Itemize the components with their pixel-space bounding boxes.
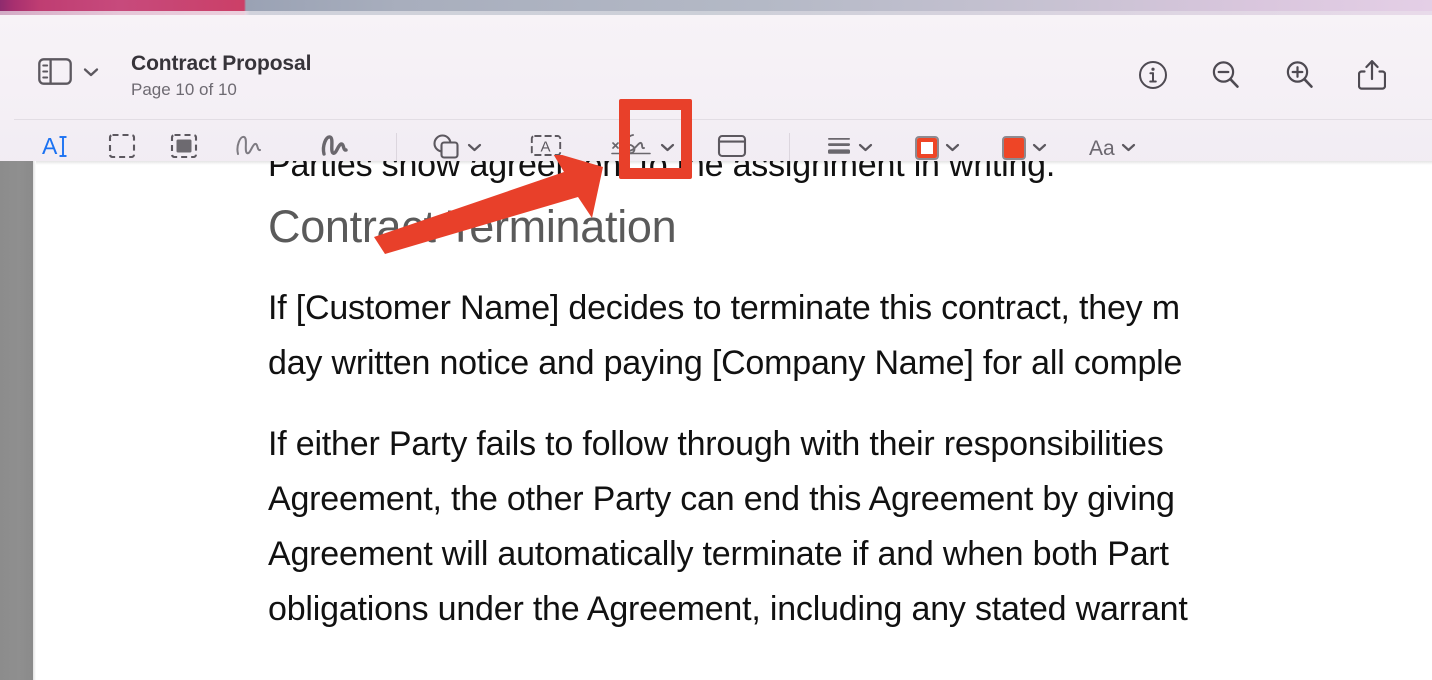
svg-text:A: A <box>541 138 551 155</box>
border-color-swatch-icon <box>915 136 939 160</box>
chevron-down-icon <box>858 139 873 157</box>
fill-color-tool[interactable] <box>1002 136 1047 160</box>
paragraph-line: day written notice and paying [Company N… <box>268 344 1183 382</box>
chevron-down-icon <box>945 139 960 157</box>
clipped-paragraph-line: Parties show agreement to the assignment… <box>268 161 1056 184</box>
svg-text:A: A <box>42 133 58 159</box>
dashed-rectangle-icon <box>108 132 136 165</box>
fill-color-swatch-icon <box>1002 136 1026 160</box>
paragraph-line: Agreement, the other Party can end this … <box>268 480 1175 518</box>
line-thickness-icon <box>826 134 852 163</box>
note-window-icon <box>717 133 747 164</box>
filled-dashed-rectangle-icon <box>170 132 198 165</box>
page-indicator: Page 10 of 10 <box>131 80 237 99</box>
text-box-a-icon: A <box>530 133 562 164</box>
chevron-down-icon <box>83 67 99 77</box>
document-view[interactable]: Parties show agreement to the assignment… <box>0 161 1432 680</box>
border-color-tool[interactable] <box>915 136 960 160</box>
title-bar-actions <box>1138 59 1387 96</box>
shapes-icon <box>431 132 461 165</box>
share-icon[interactable] <box>1357 59 1387 96</box>
instant-alpha-tool[interactable] <box>164 132 204 165</box>
text-style-tool[interactable]: Aa <box>1089 138 1136 159</box>
zoom-in-icon[interactable] <box>1284 59 1316 96</box>
chevron-down-icon <box>1032 139 1047 157</box>
shapes-tool[interactable] <box>431 132 482 165</box>
preview-window: Contract Proposal Page 10 of 10 A A Aa P… <box>0 0 1432 680</box>
sidebar-panel-icon <box>38 58 72 85</box>
paragraph-line: If [Customer Name] decides to terminate … <box>268 289 1180 327</box>
sidebar-toggle-button[interactable] <box>38 58 99 85</box>
toolbar-divider-1 <box>396 133 397 163</box>
title-bar: Contract Proposal Page 10 of 10 <box>0 15 1432 120</box>
chevron-down-icon <box>1121 139 1136 157</box>
chevron-down-icon <box>660 139 675 157</box>
shape-style-tool[interactable] <box>826 134 873 163</box>
document-text: Parties show agreement to the assignment… <box>268 161 1432 637</box>
zoom-out-icon[interactable] <box>1210 59 1242 96</box>
paragraph-line: If either Party fails to follow through … <box>268 425 1164 463</box>
document-title-block: Contract Proposal Page 10 of 10 <box>131 51 311 102</box>
chevron-down-icon <box>467 139 482 157</box>
note-tool[interactable] <box>717 133 747 164</box>
text-tool[interactable]: A <box>530 133 562 164</box>
toolbar-divider-2 <box>789 133 790 163</box>
text-style-icon: Aa <box>1089 136 1115 160</box>
section-heading: Contract Termination <box>268 201 677 252</box>
page-title: Contract Proposal <box>131 52 312 75</box>
paragraph-line: Agreement will automatically terminate i… <box>268 535 1169 573</box>
page-gutter <box>0 161 33 680</box>
paragraph-line: obligations under the Agreement, includi… <box>268 590 1188 628</box>
rectangular-selection-tool[interactable] <box>102 132 142 165</box>
info-icon[interactable] <box>1138 60 1168 95</box>
